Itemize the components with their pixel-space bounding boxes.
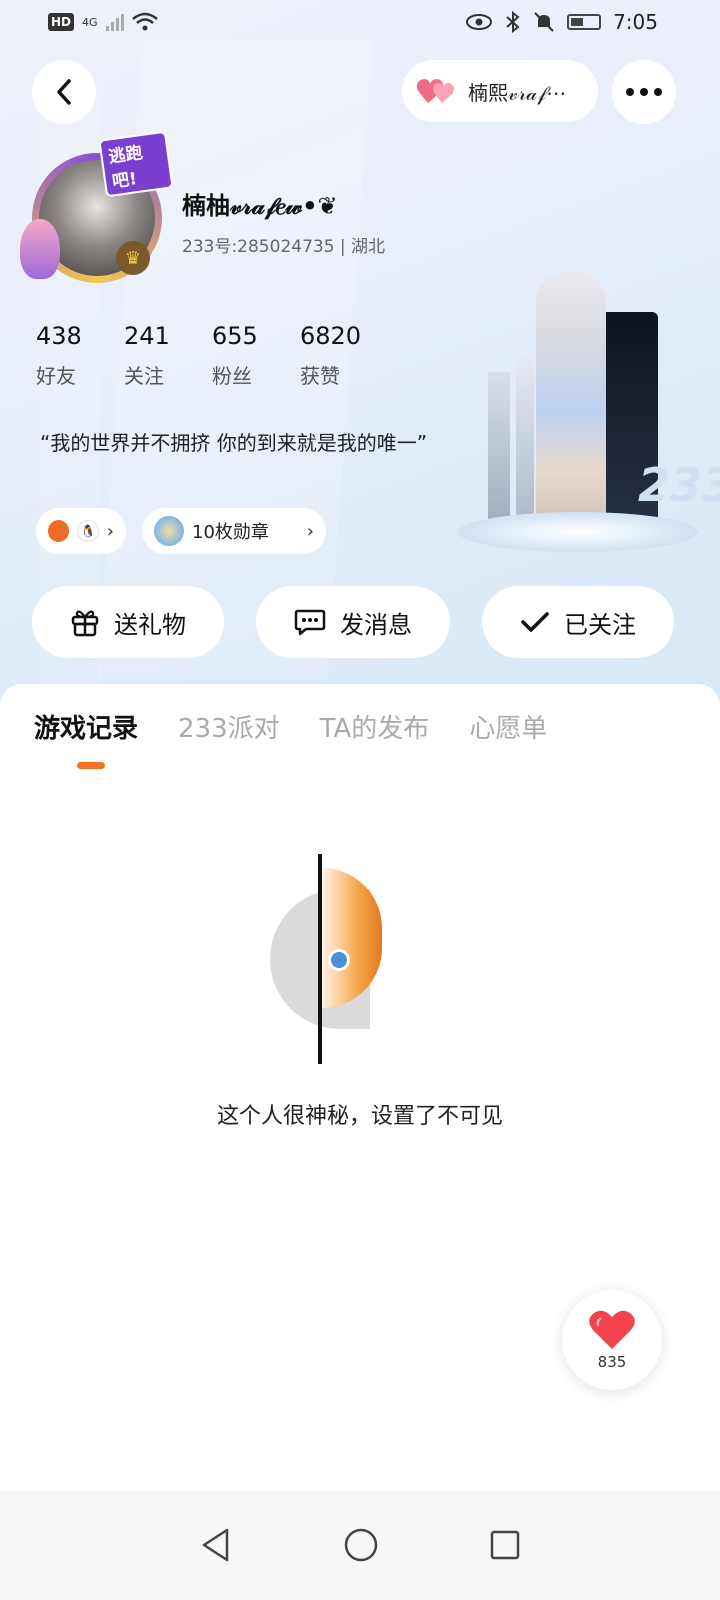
avatar[interactable]: 逃跑吧! ♛ (20, 130, 174, 295)
stat-value: 6820 (300, 322, 362, 350)
medal-icon (154, 516, 184, 546)
check-icon (521, 612, 549, 632)
medal-count: 10枚勋章 (192, 522, 269, 543)
cp-relation-pill[interactable]: 楠熙𝓋𝓇𝒶𝒻⋯ (402, 60, 598, 122)
active-tab-indicator (77, 762, 105, 769)
more-options-button[interactable] (612, 60, 676, 124)
chevron-left-icon (57, 79, 71, 105)
mute-bell-icon (534, 12, 554, 32)
stat-following[interactable]: 241 关注 (124, 322, 212, 389)
double-heart-icon (416, 79, 454, 103)
hd-indicator: HD (48, 13, 75, 31)
tab-posts[interactable]: TA的发布 (320, 708, 430, 745)
qq-icon: 🐧 (77, 520, 99, 542)
empty-state-text: 这个人很神秘，设置了不可见 (216, 1104, 503, 1129)
tab-233-party[interactable]: 233派对 (178, 708, 280, 745)
bluetooth-icon (506, 11, 520, 33)
send-message-button[interactable]: 发消息 (256, 586, 450, 658)
follow-button[interactable]: 已关注 (482, 586, 674, 658)
stat-likes[interactable]: 6820 获赞 (300, 322, 388, 389)
more-dot-icon (654, 88, 662, 96)
stat-value: 655 (212, 322, 258, 350)
content-card: 游戏记录 233派对 TA的发布 心愿单 这个人很神秘，设置了不可见 (0, 684, 720, 1600)
chevron-right-icon: › (106, 520, 114, 542)
chevron-right-icon: › (306, 520, 314, 542)
crown-icon: ♛ (116, 241, 150, 275)
tab-bar: 游戏记录 233派对 TA的发布 心愿单 (34, 708, 547, 745)
username: 楠柚𝓋𝓇𝒶𝒻𝑒𝓌•❦ (182, 192, 338, 220)
like-count: 835 (597, 1353, 627, 1371)
stat-friends[interactable]: 438 好友 (36, 322, 124, 389)
tab-game-records[interactable]: 游戏记录 (34, 708, 138, 745)
stat-label: 粉丝 (212, 364, 252, 388)
medals-chip[interactable]: 10枚勋章 › (142, 508, 326, 554)
character-figure[interactable]: 233 (458, 262, 720, 562)
chat-bubble-icon (294, 609, 326, 636)
send-message-label: 发消息 (340, 610, 412, 639)
gift-icon (71, 610, 99, 637)
system-nav-bar (0, 1490, 720, 1600)
status-bar: HD 4G 7:05 (0, 0, 720, 48)
send-gift-label: 送礼物 (114, 610, 186, 639)
follow-label: 已关注 (564, 610, 636, 639)
stat-label: 获赞 (300, 364, 340, 388)
more-dot-icon (640, 88, 648, 96)
user-id-location: 233号:285024735 | 湖北 (182, 237, 386, 257)
stage-logo: 233 (638, 458, 720, 512)
network-type: 4G (82, 15, 98, 29)
empty-state-illustration (268, 854, 388, 1064)
wifi-icon (131, 12, 158, 31)
send-gift-button[interactable]: 送礼物 (32, 586, 224, 658)
stats-row: 438 好友 241 关注 655 粉丝 6820 获赞 (36, 322, 388, 389)
back-button[interactable] (32, 60, 96, 124)
tab-wishlist[interactable]: 心愿单 (469, 708, 547, 745)
stat-value: 241 (124, 322, 170, 350)
eye-icon (466, 14, 493, 30)
avatar-frame-badge: 逃跑吧! (98, 130, 174, 198)
clock: 7:05 (613, 10, 658, 34)
weibo-icon (48, 520, 70, 542)
social-accounts-chip[interactable]: 🐧 › (36, 508, 126, 554)
stat-label: 关注 (124, 364, 164, 388)
battery-icon (567, 14, 602, 30)
stat-label: 好友 (36, 364, 76, 388)
bio-text: “我的世界并不拥挤 你的到来就是我的唯一” (40, 431, 428, 455)
like-button[interactable]: 835 (562, 1290, 662, 1390)
stat-value: 438 (36, 322, 82, 350)
cp-name: 楠熙𝓋𝓇𝒶𝒻⋯ (468, 80, 567, 105)
heart-icon (589, 1310, 635, 1349)
nav-recents-icon[interactable] (489, 1529, 521, 1561)
nav-back-icon[interactable] (199, 1527, 233, 1563)
signal-icon (105, 13, 124, 31)
stat-fans[interactable]: 655 粉丝 (212, 322, 300, 389)
avatar-frame-character (20, 219, 60, 279)
nav-home-icon[interactable] (343, 1527, 379, 1563)
more-dot-icon (626, 88, 634, 96)
